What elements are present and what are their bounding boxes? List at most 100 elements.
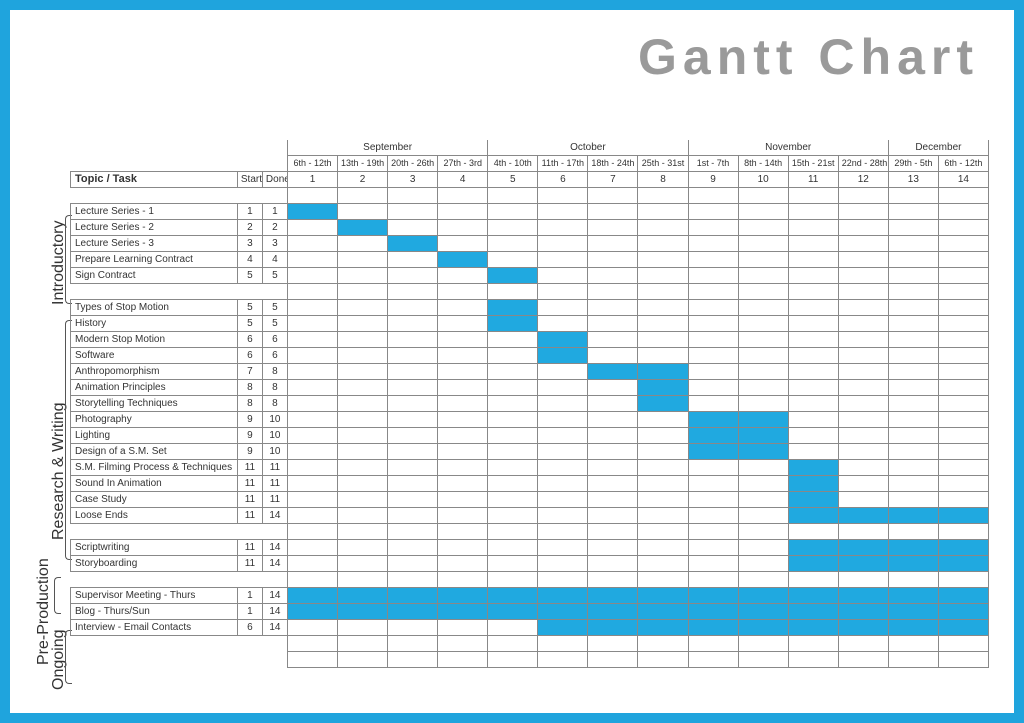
gantt-bar — [738, 620, 788, 636]
gantt-bar — [788, 588, 838, 604]
gantt-bar — [788, 476, 838, 492]
week-range: 6th - 12th — [287, 156, 337, 172]
task-row: Photography910 — [71, 412, 989, 428]
task-start: 3 — [237, 236, 262, 252]
page-title: Gantt Chart — [638, 28, 979, 86]
week-number: 14 — [938, 172, 988, 188]
gantt-chart: SeptemberOctoberNovemberDecember6th - 12… — [70, 140, 989, 668]
task-done: 8 — [262, 364, 287, 380]
week-range: 25th - 31st — [638, 156, 688, 172]
gantt-bar — [438, 588, 488, 604]
task-row: S.M. Filming Process & Techniques1111 — [71, 460, 989, 476]
task-start: 6 — [237, 620, 262, 636]
task-start: 5 — [237, 268, 262, 284]
task-name: History — [71, 316, 238, 332]
gantt-bar — [438, 252, 488, 268]
task-name: Prepare Learning Contract — [71, 252, 238, 268]
gantt-bar — [287, 604, 337, 620]
gantt-bar — [538, 620, 588, 636]
task-done: 8 — [262, 396, 287, 412]
week-range: 22nd - 28th — [838, 156, 888, 172]
task-done: 14 — [262, 588, 287, 604]
month-header: October — [488, 140, 688, 156]
task-done: 6 — [262, 332, 287, 348]
gantt-bar — [838, 620, 888, 636]
gantt-bar — [688, 604, 738, 620]
gantt-bar — [838, 604, 888, 620]
task-name: Lecture Series - 2 — [71, 220, 238, 236]
gantt-bar — [488, 268, 538, 284]
week-number: 1 — [287, 172, 337, 188]
task-name: Lighting — [71, 428, 238, 444]
task-done: 14 — [262, 540, 287, 556]
week-range: 20th - 26th — [388, 156, 438, 172]
gantt-bar — [538, 348, 588, 364]
task-done: 10 — [262, 428, 287, 444]
gantt-bar — [488, 604, 538, 620]
week-number: 6 — [538, 172, 588, 188]
gantt-bar — [638, 380, 688, 396]
gantt-bar — [938, 588, 988, 604]
gantt-bar — [688, 588, 738, 604]
task-name: Design of a S.M. Set — [71, 444, 238, 460]
gantt-bar — [838, 540, 888, 556]
task-row: Storytelling Techniques88 — [71, 396, 989, 412]
gantt-bar — [688, 444, 738, 460]
task-row: Loose Ends1114 — [71, 508, 989, 524]
task-name: Lecture Series - 1 — [71, 204, 238, 220]
week-range: 4th - 10th — [488, 156, 538, 172]
task-done: 10 — [262, 444, 287, 460]
task-row: Design of a S.M. Set910 — [71, 444, 989, 460]
task-row: Scriptwriting1114 — [71, 540, 989, 556]
task-name: Sign Contract — [71, 268, 238, 284]
week-number: 3 — [388, 172, 438, 188]
gantt-bar — [287, 204, 337, 220]
week-number: 4 — [438, 172, 488, 188]
gantt-bar — [788, 460, 838, 476]
task-name: Storytelling Techniques — [71, 396, 238, 412]
week-range: 15th - 21st — [788, 156, 838, 172]
gantt-bar — [287, 588, 337, 604]
gantt-bar — [688, 412, 738, 428]
task-row: Sign Contract55 — [71, 268, 989, 284]
task-done: 14 — [262, 620, 287, 636]
gantt-bar — [788, 604, 838, 620]
task-row: Lecture Series - 111 — [71, 204, 989, 220]
gantt-bar — [638, 396, 688, 412]
gantt-bar — [338, 220, 388, 236]
week-number: 8 — [638, 172, 688, 188]
week-number: 12 — [838, 172, 888, 188]
week-range: 13th - 19th — [338, 156, 388, 172]
task-name: Storyboarding — [71, 556, 238, 572]
task-name: Supervisor Meeting - Thurs — [71, 588, 238, 604]
week-number: 2 — [338, 172, 388, 188]
task-start: 9 — [237, 444, 262, 460]
gantt-bar — [938, 540, 988, 556]
week-range: 8th - 14th — [738, 156, 788, 172]
month-header: December — [888, 140, 988, 156]
week-number: 10 — [738, 172, 788, 188]
gantt-bar — [888, 540, 938, 556]
page-frame: Gantt Chart Introductory Research & Writ… — [0, 0, 1024, 723]
task-row: History55 — [71, 316, 989, 332]
gantt-bar — [438, 604, 488, 620]
task-done: 10 — [262, 412, 287, 428]
task-name: Anthropomorphism — [71, 364, 238, 380]
gantt-bar — [538, 332, 588, 348]
task-start: 6 — [237, 332, 262, 348]
task-start: 11 — [237, 540, 262, 556]
task-start: 11 — [237, 508, 262, 524]
gantt-bar — [938, 620, 988, 636]
task-row: Lighting910 — [71, 428, 989, 444]
task-start: 4 — [237, 252, 262, 268]
bracket-preproduction — [54, 577, 61, 614]
task-name: Types of Stop Motion — [71, 300, 238, 316]
gantt-bar — [588, 588, 638, 604]
task-start: 11 — [237, 556, 262, 572]
gantt-bar — [588, 604, 638, 620]
week-range: 29th - 5th — [888, 156, 938, 172]
gantt-bar — [488, 316, 538, 332]
task-done: 14 — [262, 556, 287, 572]
week-range: 6th - 12th — [938, 156, 988, 172]
task-start: 6 — [237, 348, 262, 364]
